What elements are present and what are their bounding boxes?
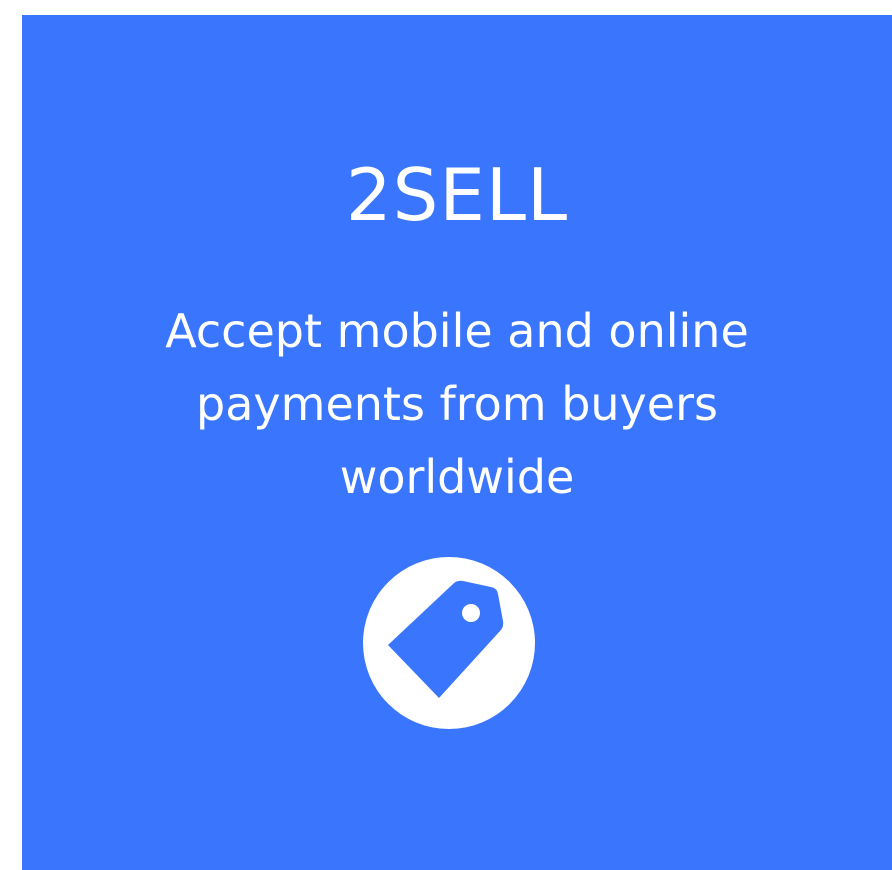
product-card[interactable]: 2SELL Accept mobile and online payments … [22, 15, 892, 870]
tag-icon-badge [363, 557, 535, 729]
product-description: Accept mobile and online payments from b… [165, 304, 749, 504]
product-title: 2SELL [345, 153, 569, 237]
